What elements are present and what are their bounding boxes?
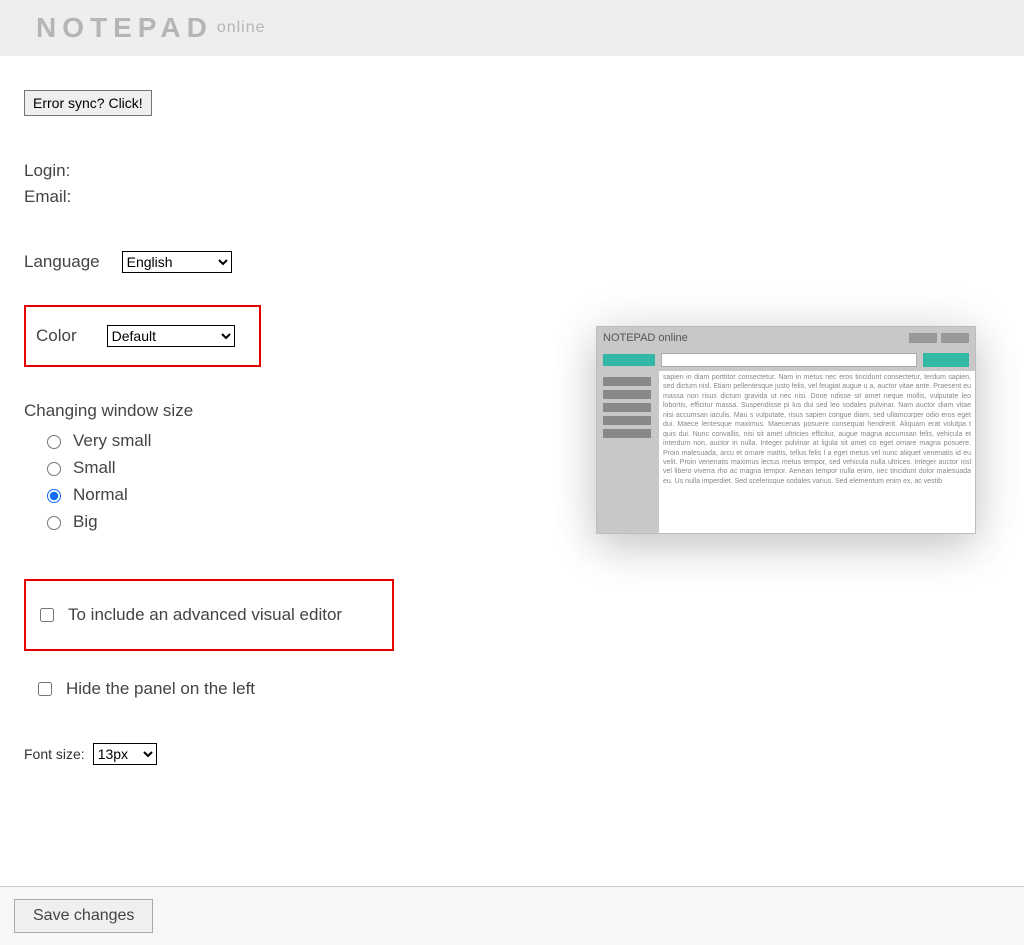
preview-logo-pill bbox=[603, 354, 655, 366]
advanced-editor-highlight: To include an advanced visual editor bbox=[24, 579, 394, 651]
hide-panel-checkbox[interactable] bbox=[38, 682, 52, 696]
hide-panel-row[interactable]: Hide the panel on the left bbox=[34, 679, 1000, 699]
window-size-option-label: Small bbox=[73, 458, 116, 478]
font-size-label: Font size: bbox=[24, 746, 85, 762]
preview-search-input bbox=[661, 353, 917, 367]
footer: Save changes bbox=[0, 886, 1024, 945]
color-select[interactable]: Default bbox=[107, 325, 235, 347]
color-label: Color bbox=[36, 326, 77, 346]
email-label: Email: bbox=[24, 184, 1000, 210]
window-size-radio[interactable] bbox=[47, 435, 61, 449]
window-size-radio[interactable] bbox=[47, 516, 61, 530]
font-size-select[interactable]: 13px bbox=[93, 743, 157, 765]
advanced-editor-row[interactable]: To include an advanced visual editor bbox=[36, 605, 378, 625]
color-highlight-box: Color Default bbox=[24, 305, 261, 367]
preview-action-button bbox=[923, 353, 969, 367]
window-size-radio[interactable] bbox=[47, 489, 61, 503]
logo-main: NOTEPAD bbox=[36, 12, 213, 44]
account-info: Login: Email: bbox=[24, 158, 1000, 211]
preview-titlebar: NOTEPAD online bbox=[597, 327, 975, 349]
window-size-option-label: Very small bbox=[73, 431, 151, 451]
language-select[interactable]: English bbox=[122, 251, 232, 273]
preview-window-buttons bbox=[909, 333, 969, 343]
preview-text: sapien in diam porttitor consectetur. Na… bbox=[659, 371, 975, 534]
login-label: Login: bbox=[24, 158, 1000, 184]
theme-preview: NOTEPAD online sapien in diam porttitor … bbox=[596, 326, 976, 534]
hide-panel-label: Hide the panel on the left bbox=[66, 679, 255, 699]
window-size-radio[interactable] bbox=[47, 462, 61, 476]
language-label: Language bbox=[24, 252, 100, 272]
app-header: NOTEPAD online bbox=[0, 0, 1024, 56]
logo-sub: online bbox=[217, 19, 266, 37]
error-sync-button[interactable]: Error sync? Click! bbox=[24, 90, 152, 116]
preview-toolbar bbox=[597, 349, 975, 371]
advanced-editor-checkbox[interactable] bbox=[40, 608, 54, 622]
font-size-row: Font size: 13px bbox=[24, 743, 1000, 765]
window-size-option-label: Big bbox=[73, 512, 98, 532]
preview-title: NOTEPAD online bbox=[603, 332, 688, 344]
save-changes-button[interactable]: Save changes bbox=[14, 899, 153, 933]
window-size-option-label: Normal bbox=[73, 485, 128, 505]
preview-sidebar bbox=[597, 371, 659, 534]
preview-body: sapien in diam porttitor consectetur. Na… bbox=[597, 371, 975, 534]
language-row: Language English bbox=[24, 251, 1000, 273]
advanced-editor-label: To include an advanced visual editor bbox=[68, 605, 342, 625]
settings-content: Error sync? Click! Login: Email: Languag… bbox=[0, 56, 1024, 866]
